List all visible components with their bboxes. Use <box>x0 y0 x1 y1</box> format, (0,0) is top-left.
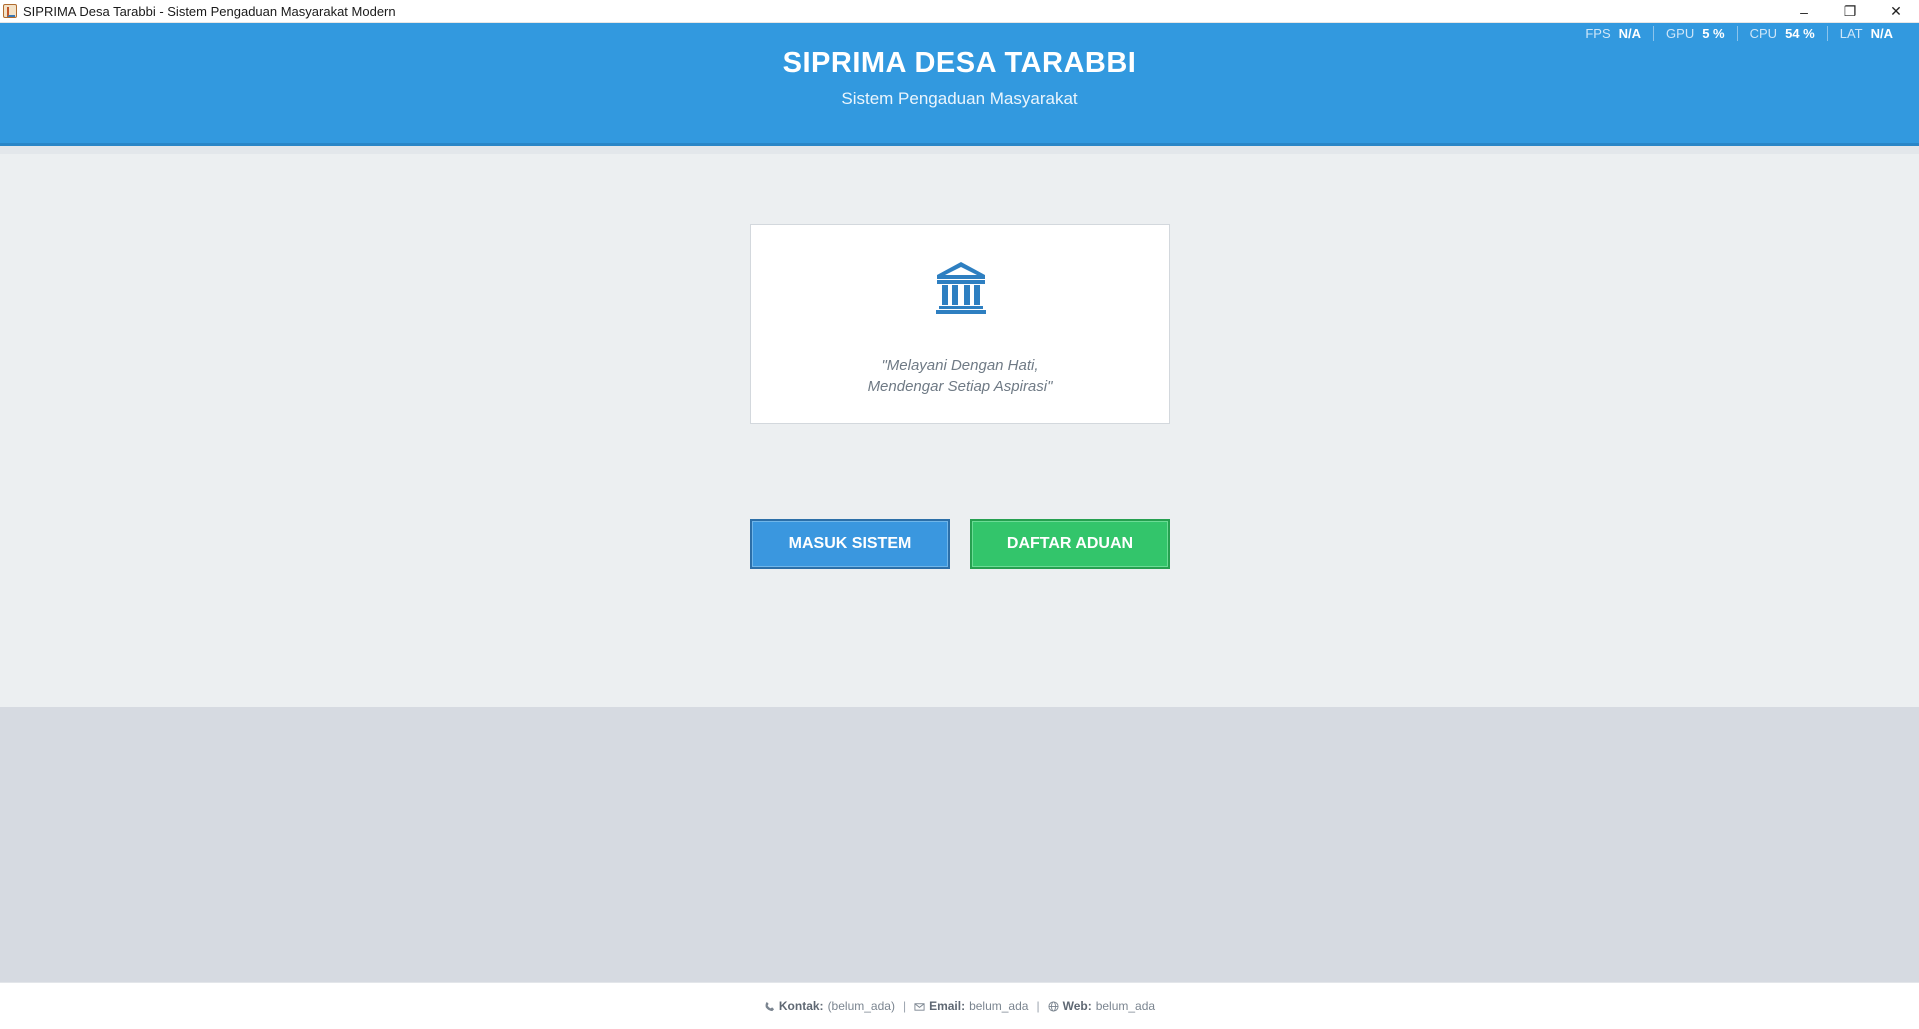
contact-label: Kontak: <box>778 999 824 1013</box>
footer-separator: | <box>902 999 907 1013</box>
stat-lat: LAT N/A <box>1826 25 1905 41</box>
motto-line-2: Mendengar Setiap Aspirasi" <box>867 378 1053 395</box>
phone-icon <box>765 1001 774 1011</box>
stat-label: LAT <box>1839 25 1863 41</box>
stat-value: N/A <box>1870 25 1893 41</box>
stat-value: 5 % <box>1702 25 1725 41</box>
java-app-icon <box>3 4 17 18</box>
app-header: FPS N/A GPU 5 % CPU 54 % LAT N/A SIPRIMA… <box>0 23 1919 146</box>
stat-label: CPU <box>1749 25 1778 41</box>
login-button[interactable]: MASUK SISTEM <box>750 519 950 569</box>
mail-icon <box>914 1002 925 1011</box>
motto-quote: "Melayani Dengan Hati, Mendengar Setiap … <box>751 355 1169 397</box>
globe-icon <box>1048 1000 1059 1012</box>
page-title: SIPRIMA DESA TARABBI <box>782 47 1137 79</box>
restore-button[interactable]: ❐ <box>1827 0 1873 23</box>
page-subtitle: Sistem Pengaduan Masyarakat <box>841 89 1078 108</box>
footer-web: Web: belum_ada <box>1048 999 1156 1013</box>
stat-value: 54 % <box>1785 25 1815 41</box>
welcome-card: "Melayani Dengan Hati, Mendengar Setiap … <box>750 224 1170 424</box>
motto-line-1: "Melayani Dengan Hati, <box>881 357 1039 374</box>
email-value: belum_ada <box>969 999 1029 1013</box>
footer-contact: Kontak: (belum_ada) <box>764 999 895 1013</box>
web-label: Web: <box>1062 999 1092 1013</box>
stat-fps: FPS N/A <box>1573 26 1653 41</box>
stat-gpu: GPU 5 % <box>1653 25 1737 41</box>
email-label: Email: <box>929 999 966 1013</box>
minimize-button[interactable]: – <box>1781 0 1827 23</box>
header-divider <box>0 146 1919 154</box>
window-title: SIPRIMA Desa Tarabbi - Sistem Pengaduan … <box>23 3 396 19</box>
window-titlebar: SIPRIMA Desa Tarabbi - Sistem Pengaduan … <box>0 0 1919 23</box>
web-value: belum_ada <box>1095 999 1156 1013</box>
stat-cpu: CPU 54 % <box>1736 25 1827 41</box>
performance-stats: FPS N/A GPU 5 % CPU 54 % LAT N/A <box>1573 23 1905 43</box>
government-building-icon <box>936 262 986 314</box>
stat-label: GPU <box>1666 25 1695 41</box>
close-button[interactable]: ✕ <box>1873 0 1919 23</box>
complaint-list-button[interactable]: DAFTAR ADUAN <box>970 519 1170 569</box>
footer-email: Email: belum_ada <box>914 999 1028 1013</box>
window-controls: – ❐ ✕ <box>1781 0 1919 23</box>
contact-value: (belum_ada) <box>827 999 895 1013</box>
stat-value: N/A <box>1618 25 1642 41</box>
footer: Kontak: (belum_ada) | Email: belum_ada |… <box>0 982 1919 1029</box>
empty-panel <box>0 707 1919 982</box>
stat-label: FPS <box>1585 25 1611 41</box>
main-content: "Melayani Dengan Hati, Mendengar Setiap … <box>0 154 1919 707</box>
footer-separator: | <box>1036 999 1040 1013</box>
